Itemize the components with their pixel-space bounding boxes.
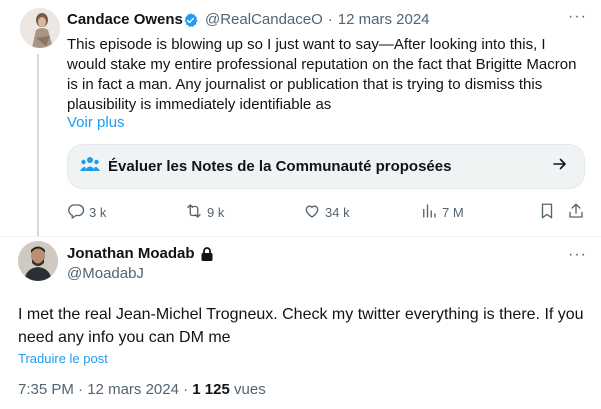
- tweet-text: This episode is blowing up so I just wan…: [67, 36, 577, 113]
- reply-count: 3 k: [89, 205, 107, 220]
- post-time[interactable]: 7:35 PM: [18, 381, 74, 398]
- community-notes-button[interactable]: Évaluer les Notes de la Communauté propo…: [67, 144, 585, 189]
- reply-icon: [67, 202, 85, 223]
- separator-dot: ·: [327, 11, 333, 28]
- avatar[interactable]: [18, 241, 58, 281]
- like-count: 34 k: [325, 205, 350, 220]
- tweet-text: I met the real Jean-Michel Trogneux. Che…: [18, 306, 584, 346]
- show-more-link[interactable]: Voir plus: [67, 113, 125, 133]
- heart-icon: [303, 202, 321, 223]
- post-meta: 7:35 PM · 12 mars 2024 · 1 125 vues: [18, 381, 266, 398]
- handle[interactable]: @RealCandaceO: [205, 11, 323, 28]
- repost-count: 9 k: [207, 205, 225, 220]
- repost-icon: [185, 202, 203, 223]
- separator-dot: ·: [78, 381, 84, 398]
- more-options-icon[interactable]: ···: [568, 9, 587, 25]
- community-notes-label: Évaluer les Notes de la Communauté propo…: [108, 158, 452, 175]
- more-options-icon[interactable]: ···: [568, 247, 587, 263]
- separator-dot: ·: [183, 381, 189, 398]
- post-date[interactable]: 12 mars 2024: [87, 381, 179, 398]
- bookmark-button[interactable]: [538, 202, 556, 223]
- share-icon: [567, 202, 585, 223]
- thread-connector-line: [37, 54, 39, 236]
- bookmark-icon: [538, 202, 556, 223]
- translate-post-link[interactable]: Traduire le post: [18, 351, 108, 366]
- people-icon: [80, 155, 100, 178]
- arrow-right-icon: [552, 156, 568, 177]
- action-bar: 3 k 9 k 34 k 7 M: [67, 202, 587, 224]
- author-name[interactable]: Candace Owens: [67, 11, 183, 28]
- views-count: 1 125: [192, 381, 230, 398]
- repost-button[interactable]: 9 k: [185, 202, 224, 223]
- views-count: 7 M: [442, 205, 464, 220]
- avatar[interactable]: [20, 8, 60, 48]
- like-button[interactable]: 34 k: [303, 202, 350, 223]
- verified-badge-icon: [182, 12, 199, 34]
- handle[interactable]: @MoadabJ: [67, 265, 144, 282]
- views-label: vues: [234, 381, 266, 398]
- divider: [0, 236, 601, 237]
- reply-button[interactable]: 3 k: [67, 202, 106, 223]
- analytics-icon: [420, 202, 438, 223]
- share-button[interactable]: [567, 202, 585, 223]
- author-name[interactable]: Jonathan Moadab: [67, 245, 195, 262]
- lock-icon: [200, 246, 214, 267]
- views-button[interactable]: 7 M: [420, 202, 464, 223]
- post-date[interactable]: 12 mars 2024: [338, 11, 430, 28]
